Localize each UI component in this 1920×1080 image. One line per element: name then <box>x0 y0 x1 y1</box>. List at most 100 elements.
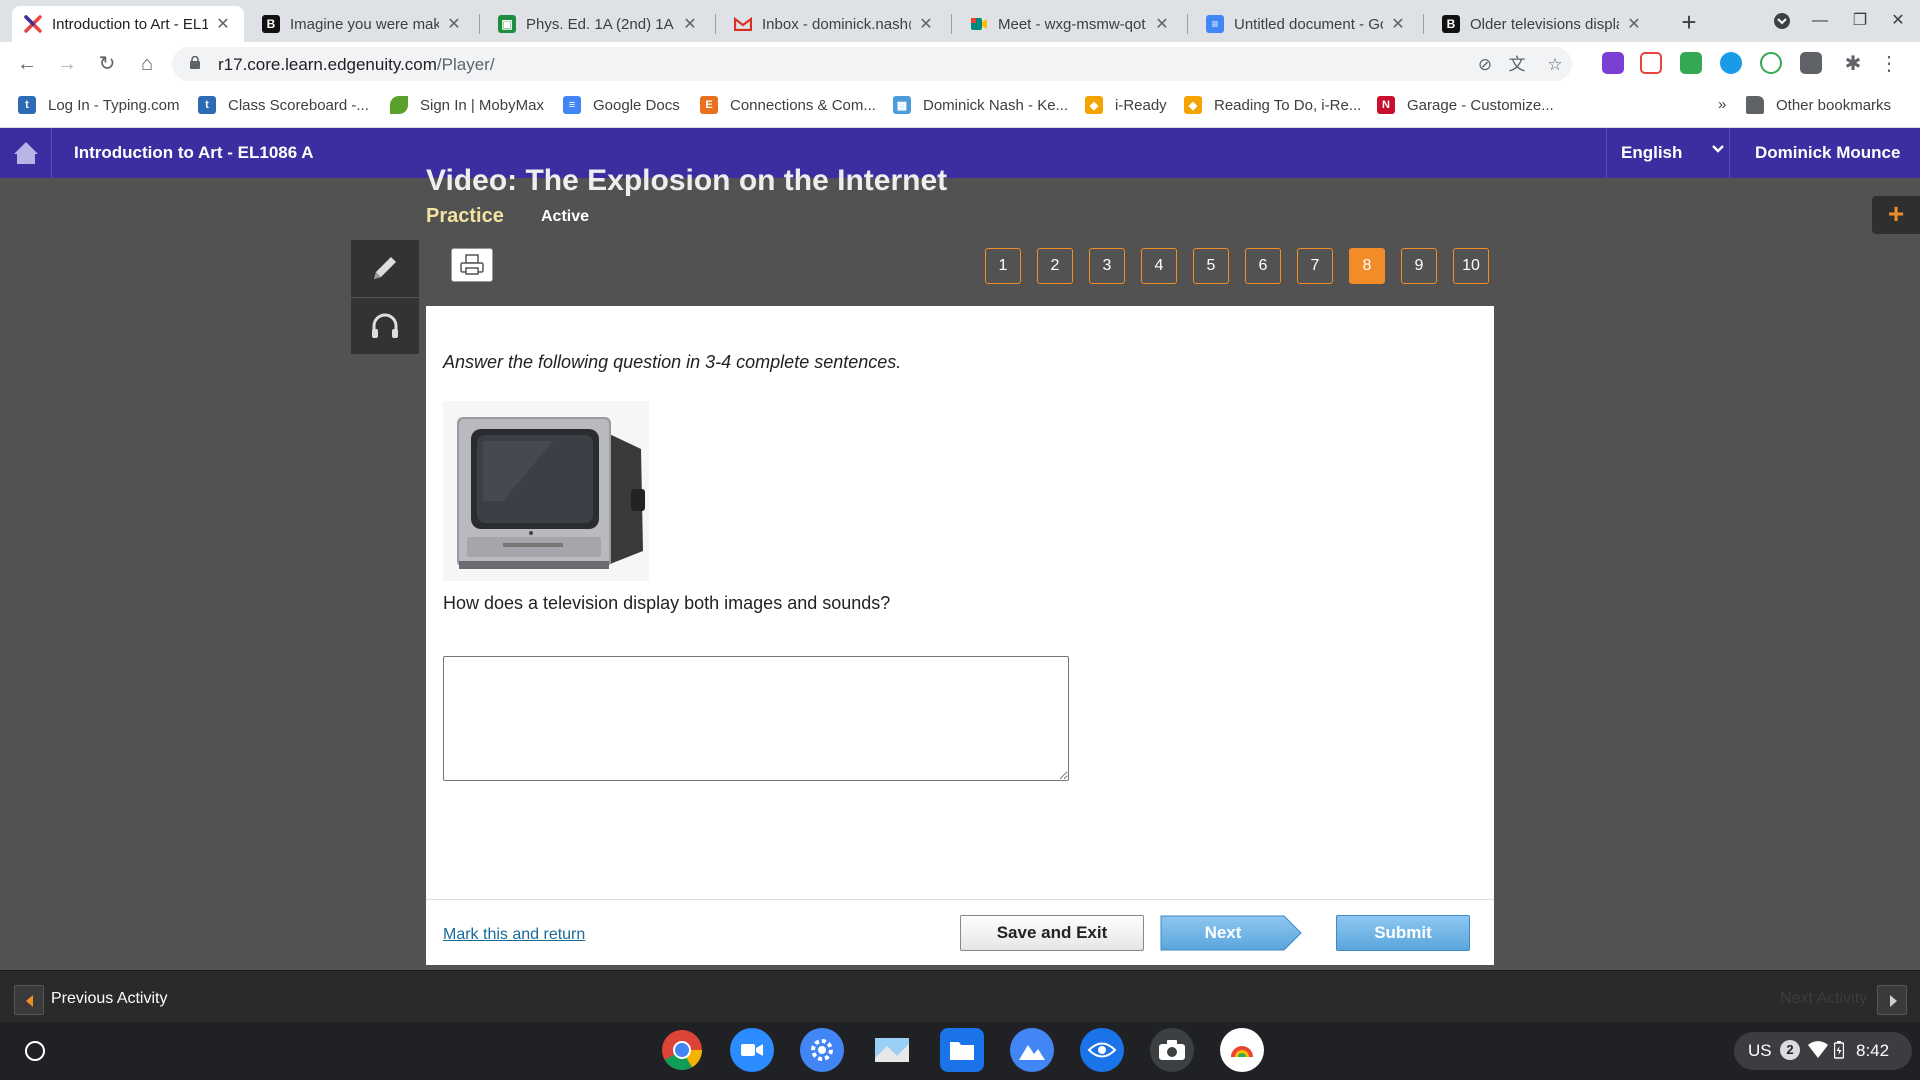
question-3-button[interactable]: 3 <box>1089 248 1125 284</box>
question-1-button[interactable]: 1 <box>985 248 1021 284</box>
close-icon[interactable]: ✕ <box>1389 14 1407 34</box>
bookmark-typing[interactable]: t Log In - Typing.com <box>18 96 179 114</box>
tab-meet[interactable]: Meet - wxg-msmw-qot ✕ <box>958 6 1183 42</box>
next-button[interactable]: Next <box>1160 915 1302 951</box>
minimize-icon[interactable]: — <box>1802 6 1838 36</box>
bookmark-connections[interactable]: E Connections & Com... <box>700 96 876 114</box>
mark-and-return-link[interactable]: Mark this and return <box>443 926 585 944</box>
bookmark-star-icon[interactable]: ☆ <box>1544 54 1566 76</box>
next-label: Next <box>1204 923 1242 942</box>
print-button[interactable] <box>451 248 493 282</box>
extension-bookmark-icon[interactable] <box>1800 52 1822 74</box>
activity-status: Active <box>541 208 590 225</box>
extension-classroom-icon[interactable] <box>1680 52 1702 74</box>
forward-icon[interactable]: → <box>52 49 82 79</box>
close-window-icon[interactable]: ✕ <box>1880 6 1916 36</box>
chrome-canvas-icon[interactable] <box>1220 1028 1264 1072</box>
close-icon[interactable]: ✕ <box>681 14 699 34</box>
add-tools-button[interactable]: + <box>1872 196 1920 234</box>
new-tab-icon[interactable]: + <box>1674 8 1704 38</box>
camera-icon[interactable] <box>1150 1028 1194 1072</box>
reload-icon[interactable]: ↻ <box>92 49 122 79</box>
question-2-button[interactable]: 2 <box>1037 248 1073 284</box>
menu-icon[interactable]: ⋮ <box>1874 49 1904 79</box>
browser-tab-strip: Introduction to Art - EL1 ✕ B Imagine yo… <box>0 0 1920 42</box>
gallery-map-icon[interactable] <box>870 1028 914 1072</box>
home-button[interactable] <box>0 128 52 178</box>
close-icon[interactable]: ✕ <box>1153 14 1171 34</box>
course-title: Introduction to Art - EL1086 A <box>74 143 314 162</box>
extensions-puzzle-icon[interactable]: ✱ <box>1838 49 1868 79</box>
keyboard-layout: US <box>1748 1041 1772 1060</box>
bookmarks-overflow-button[interactable]: » <box>1718 96 1726 113</box>
tab-phys-ed[interactable]: ▣ Phys. Ed. 1A (2nd) 1A ✕ <box>486 6 711 42</box>
tab-title: Untitled document - Go <box>1234 15 1383 33</box>
gmail-icon <box>734 15 752 33</box>
launcher-icon[interactable] <box>18 1034 52 1068</box>
lock-icon[interactable] <box>190 56 200 69</box>
save-and-exit-button[interactable]: Save and Exit <box>960 915 1144 951</box>
settings-gear-icon[interactable] <box>800 1028 844 1072</box>
caret-left-icon <box>26 995 33 1007</box>
question-8-button[interactable]: 8 <box>1349 248 1385 284</box>
address-bar[interactable]: r17.core.learn.edgenuity.com/Player/ ⊘ 文… <box>172 47 1572 81</box>
tab-title: Meet - wxg-msmw-qot <box>998 15 1146 33</box>
plus-icon: + <box>1887 198 1905 229</box>
files-folder-icon[interactable] <box>940 1028 984 1072</box>
extension-screencast-icon[interactable] <box>1640 52 1662 74</box>
audio-tool-button[interactable] <box>351 297 419 353</box>
tab-inbox[interactable]: Inbox - dominick.nash@ ✕ <box>722 6 947 42</box>
docs-icon: ≡ <box>563 96 581 114</box>
tab-imagine[interactable]: B Imagine you were maki ✕ <box>250 6 475 42</box>
tab-untitled-document[interactable]: ≡ Untitled document - Go ✕ <box>1194 6 1419 42</box>
tab-older-televisions[interactable]: B Older televisions displa ✕ <box>1430 6 1655 42</box>
home-icon[interactable]: ⌂ <box>132 49 162 79</box>
question-10-button[interactable]: 10 <box>1453 248 1489 284</box>
select-to-speak-eye-icon[interactable] <box>1080 1028 1124 1072</box>
clock-time: 8:42 <box>1856 1041 1890 1060</box>
url-text[interactable]: r17.core.learn.edgenuity.com/Player/ <box>218 55 495 75</box>
close-icon[interactable]: ✕ <box>917 14 935 34</box>
previous-activity-label[interactable]: Previous Activity <box>51 990 167 1008</box>
other-bookmarks-folder[interactable]: Other bookmarks <box>1746 96 1891 114</box>
question-9-button[interactable]: 9 <box>1401 248 1437 284</box>
answer-textarea[interactable] <box>443 656 1069 781</box>
submit-button[interactable]: Submit <box>1336 915 1470 951</box>
close-icon[interactable]: ✕ <box>214 14 232 34</box>
translate-icon[interactable]: 文 <box>1506 54 1528 76</box>
bookmark-reading-to-do[interactable]: ◆ Reading To Do, i-Re... <box>1184 96 1361 114</box>
back-icon[interactable]: ← <box>12 49 42 79</box>
chrome-icon[interactable] <box>660 1028 704 1072</box>
blocked-content-icon[interactable]: ⊘ <box>1474 54 1496 76</box>
system-tray[interactable]: US 2 8:42 <box>1734 1032 1912 1070</box>
extension-compass-icon[interactable] <box>1720 52 1742 74</box>
extension-goguardian-icon[interactable] <box>1760 52 1782 74</box>
close-icon[interactable]: ✕ <box>445 14 463 34</box>
question-5-button[interactable]: 5 <box>1193 248 1229 284</box>
language-select[interactable]: English <box>1606 128 1730 178</box>
question-6-button[interactable]: 6 <box>1245 248 1281 284</box>
photos-mountain-icon[interactable] <box>1010 1028 1054 1072</box>
restore-icon[interactable]: ❐ <box>1842 6 1878 36</box>
bookmark-class-scoreboard[interactable]: t Class Scoreboard -... <box>198 96 369 114</box>
bookmark-mobymax[interactable]: Sign In | MobyMax <box>390 96 544 114</box>
bookmark-garage[interactable]: N Garage - Customize... <box>1377 96 1554 114</box>
pencil-tool-button[interactable] <box>351 240 419 296</box>
bookmark-google-docs[interactable]: ≡ Google Docs <box>563 96 680 114</box>
tab-introduction-to-art[interactable]: Introduction to Art - EL1 ✕ <box>12 6 244 42</box>
previous-activity-button[interactable] <box>14 985 44 1015</box>
question-7-button[interactable]: 7 <box>1297 248 1333 284</box>
caret-right-icon <box>1890 995 1897 1007</box>
bookmark-dominick-nash[interactable]: ▦ Dominick Nash - Ke... <box>893 96 1068 114</box>
activity-title: Video: The Explosion on the Internet <box>426 164 948 196</box>
user-menu[interactable]: Dominick Mounce <box>1755 143 1900 163</box>
bookmark-iready[interactable]: ◆ i-Ready <box>1085 96 1167 114</box>
extension-tw-icon[interactable] <box>1602 52 1624 74</box>
bookmarks-bar: t Log In - Typing.com t Class Scoreboard -… <box>0 86 1920 128</box>
zoom-icon[interactable] <box>730 1028 774 1072</box>
close-icon[interactable]: ✕ <box>1625 14 1643 34</box>
os-shelf: US 2 8:42 <box>0 1022 1920 1080</box>
question-instructions: Answer the following question in 3-4 com… <box>443 352 902 372</box>
tab-search-icon[interactable] <box>1764 6 1800 36</box>
question-4-button[interactable]: 4 <box>1141 248 1177 284</box>
